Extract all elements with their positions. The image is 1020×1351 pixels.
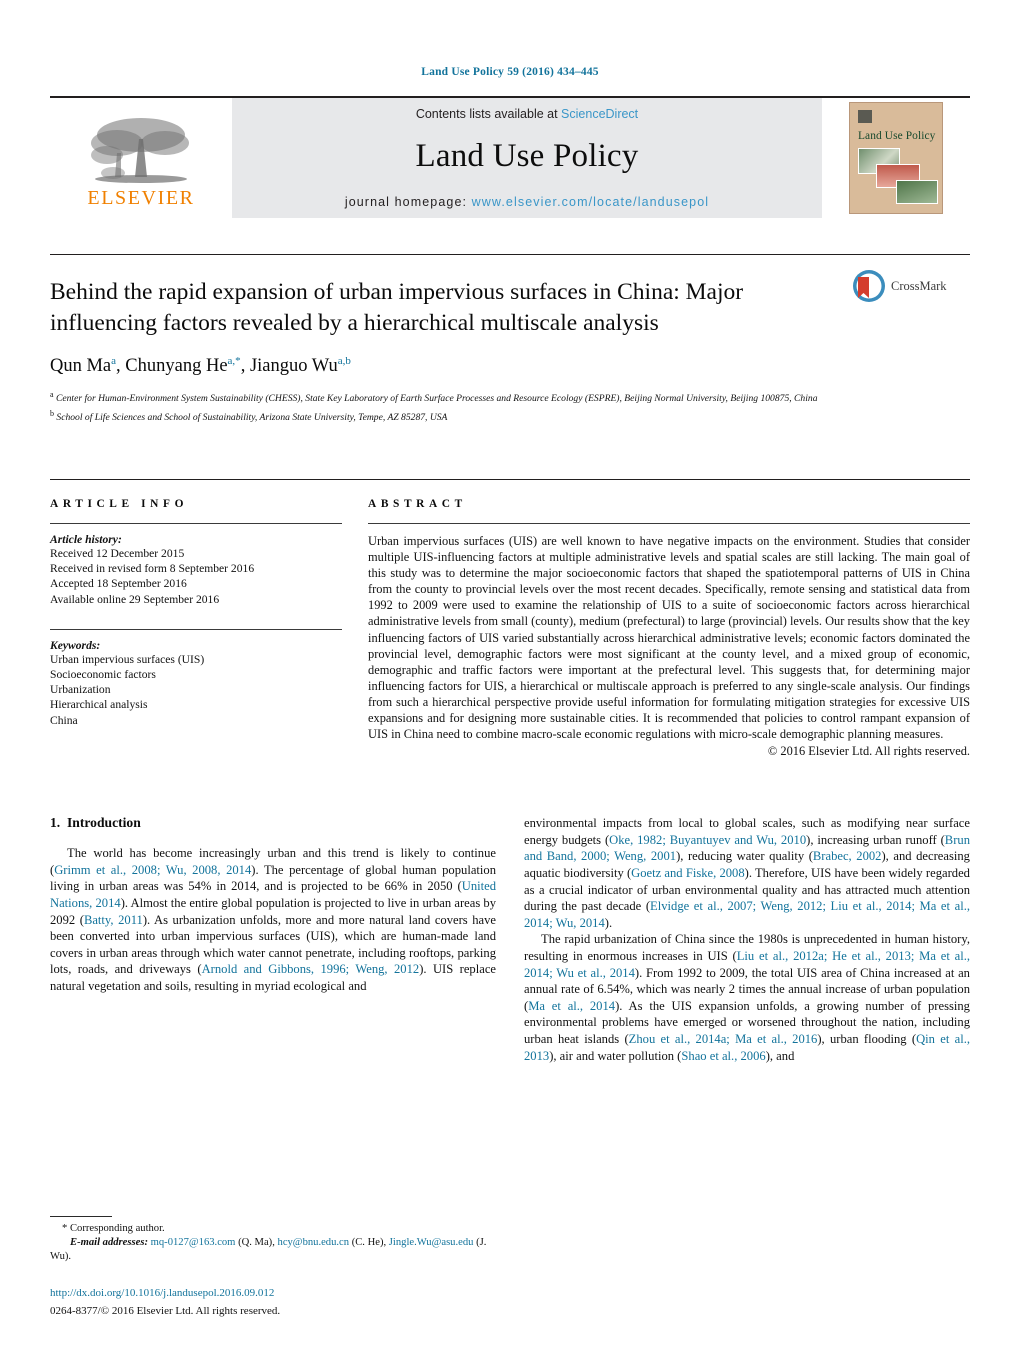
elsevier-tree-icon — [91, 117, 189, 183]
abstract-heading: ABSTRACT — [368, 498, 467, 510]
divider — [50, 628, 342, 630]
author-name-1: Qun Ma — [50, 356, 112, 377]
author-name-3: Jianguo Wu — [249, 356, 338, 377]
abstract-column: ABSTRACT Urban impervious surfaces (UIS)… — [368, 498, 970, 759]
history-item-accepted: Accepted 18 September 2016 — [50, 577, 187, 591]
keyword-item: Socioeconomic factors — [50, 668, 156, 682]
body-columns: 1. Introduction The world has become inc… — [50, 815, 970, 1064]
author-name-2: Chunyang He — [125, 356, 228, 377]
doi-link[interactable]: http://dx.doi.org/10.1016/j.landusepol.2… — [50, 1286, 496, 1301]
affiliation-2: b School of Life Sciences and School of … — [50, 407, 840, 425]
author-sep-2: , — [240, 356, 250, 377]
doi-block: http://dx.doi.org/10.1016/j.landusepol.2… — [50, 1286, 496, 1319]
divider — [50, 523, 342, 524]
masthead-right: Land Use Policy — [822, 98, 970, 218]
keyword-item: Hierarchical analysis — [50, 698, 148, 712]
affiliation-text-1: Center for Human-Environment System Sust… — [55, 393, 818, 405]
crossmark-label: CrossMark — [891, 278, 947, 293]
author-list: Qun Maa, Chunyang Hea,*, Jianguo Wua,b — [50, 355, 970, 377]
author-sep-1: , — [116, 356, 126, 377]
body-column-right: environmental impacts from local to glob… — [524, 815, 970, 1064]
body-column-left: 1. Introduction The world has become inc… — [50, 815, 496, 1064]
history-item-received: Received 12 December 2015 — [50, 547, 185, 560]
article-info-column: ARTICLE INFO Article history: Received 1… — [50, 498, 342, 759]
abstract-text: Urban impervious surfaces (UIS) are well… — [368, 534, 970, 742]
issn-copyright-line: 0264-8377/© 2016 Elsevier Ltd. All right… — [50, 1305, 281, 1317]
elsevier-wordmark: ELSEVIER — [87, 186, 195, 209]
journal-homepage-line: journal homepage: www.elsevier.com/locat… — [345, 195, 709, 209]
affiliation-marker-1: a — [50, 390, 54, 400]
abstract-copyright: © 2016 Elsevier Ltd. All rights reserved… — [767, 744, 970, 759]
cover-photo-collage — [856, 148, 938, 206]
keyword-item: China — [50, 713, 78, 727]
intro-paragraph-right-2: The rapid urbanization of China since th… — [524, 932, 971, 1063]
keywords-label: Keywords: — [50, 638, 101, 652]
affiliation-marker-2: b — [50, 409, 54, 419]
publisher-logo: ELSEVIER — [50, 98, 232, 218]
corresponding-marker: * — [62, 1223, 68, 1234]
journal-homepage-link[interactable]: www.elsevier.com/locate/landusepol — [472, 195, 710, 209]
homepage-prefix: journal homepage: — [344, 195, 472, 209]
title-block: CrossMark Behind the rapid expansion of … — [50, 254, 970, 449]
page-title: Behind the rapid expansion of urban impe… — [50, 279, 744, 336]
footnote-divider — [50, 1216, 112, 1217]
info-abstract-region: ARTICLE INFO Article history: Received 1… — [50, 479, 970, 759]
crossmark-icon — [853, 270, 885, 302]
divider — [368, 523, 970, 524]
journal-masthead: ELSEVIER Contents lists available at Sci… — [50, 96, 970, 218]
journal-cover-thumbnail: Land Use Policy — [849, 102, 943, 214]
intro-paragraph-left: The world has become increasingly urban … — [50, 846, 497, 993]
affiliation-text-2: School of Life Sciences and School of Su… — [56, 412, 448, 424]
masthead-center: Contents lists available at ScienceDirec… — [232, 98, 822, 218]
corresponding-author-note: * Corresponding author. — [50, 1222, 496, 1236]
cover-publisher-mark-icon — [858, 110, 872, 123]
keywords-group: Keywords: Urban impervious surfaces (UIS… — [50, 628, 342, 728]
journal-title: Land Use Policy — [415, 138, 639, 174]
section-title-text: Introduction — [67, 815, 141, 831]
keyword-item: Urban impervious surfaces (UIS) — [50, 652, 205, 666]
history-item-online: Available online 29 September 2016 — [50, 592, 220, 606]
footnote-block: * Corresponding author. E-mail addresses… — [50, 1216, 496, 1319]
contents-prefix: Contents lists available at — [415, 107, 562, 121]
email-addresses-label: E-mail addresses: — [70, 1237, 148, 1248]
affiliation-1: a Center for Human-Environment System Su… — [50, 388, 840, 406]
cover-journal-title: Land Use Policy — [858, 130, 936, 142]
cover-photo-3 — [896, 180, 938, 204]
section-heading-introduction: 1. Introduction — [50, 815, 496, 831]
email-addresses-note: E-mail addresses: mq-0127@163.com (Q. Ma… — [50, 1236, 496, 1264]
keyword-item: Urbanization — [50, 683, 111, 697]
article-info-heading: ARTICLE INFO — [50, 498, 189, 510]
sciencedirect-link[interactable]: ScienceDirect — [561, 107, 638, 121]
article-page: Land Use Policy 59 (2016) 434–445 ELSEVI… — [0, 0, 1020, 1351]
author-affil-marker-2: a,* — [227, 355, 241, 367]
intro-paragraph-right-1: environmental impacts from local to glob… — [524, 816, 970, 930]
history-item-revised: Received in revised form 8 September 201… — [50, 562, 255, 576]
section-number: 1. — [50, 815, 61, 831]
crossmark-badge[interactable]: CrossMark — [852, 269, 970, 303]
running-head: Land Use Policy 59 (2016) 434–445 — [421, 66, 599, 78]
contents-available-line: Contents lists available at ScienceDirec… — [416, 107, 638, 121]
corresponding-text: Corresponding author. — [69, 1223, 165, 1234]
article-history-label: Article history: — [50, 533, 122, 546]
author-affil-marker-3: a,b — [337, 355, 351, 367]
